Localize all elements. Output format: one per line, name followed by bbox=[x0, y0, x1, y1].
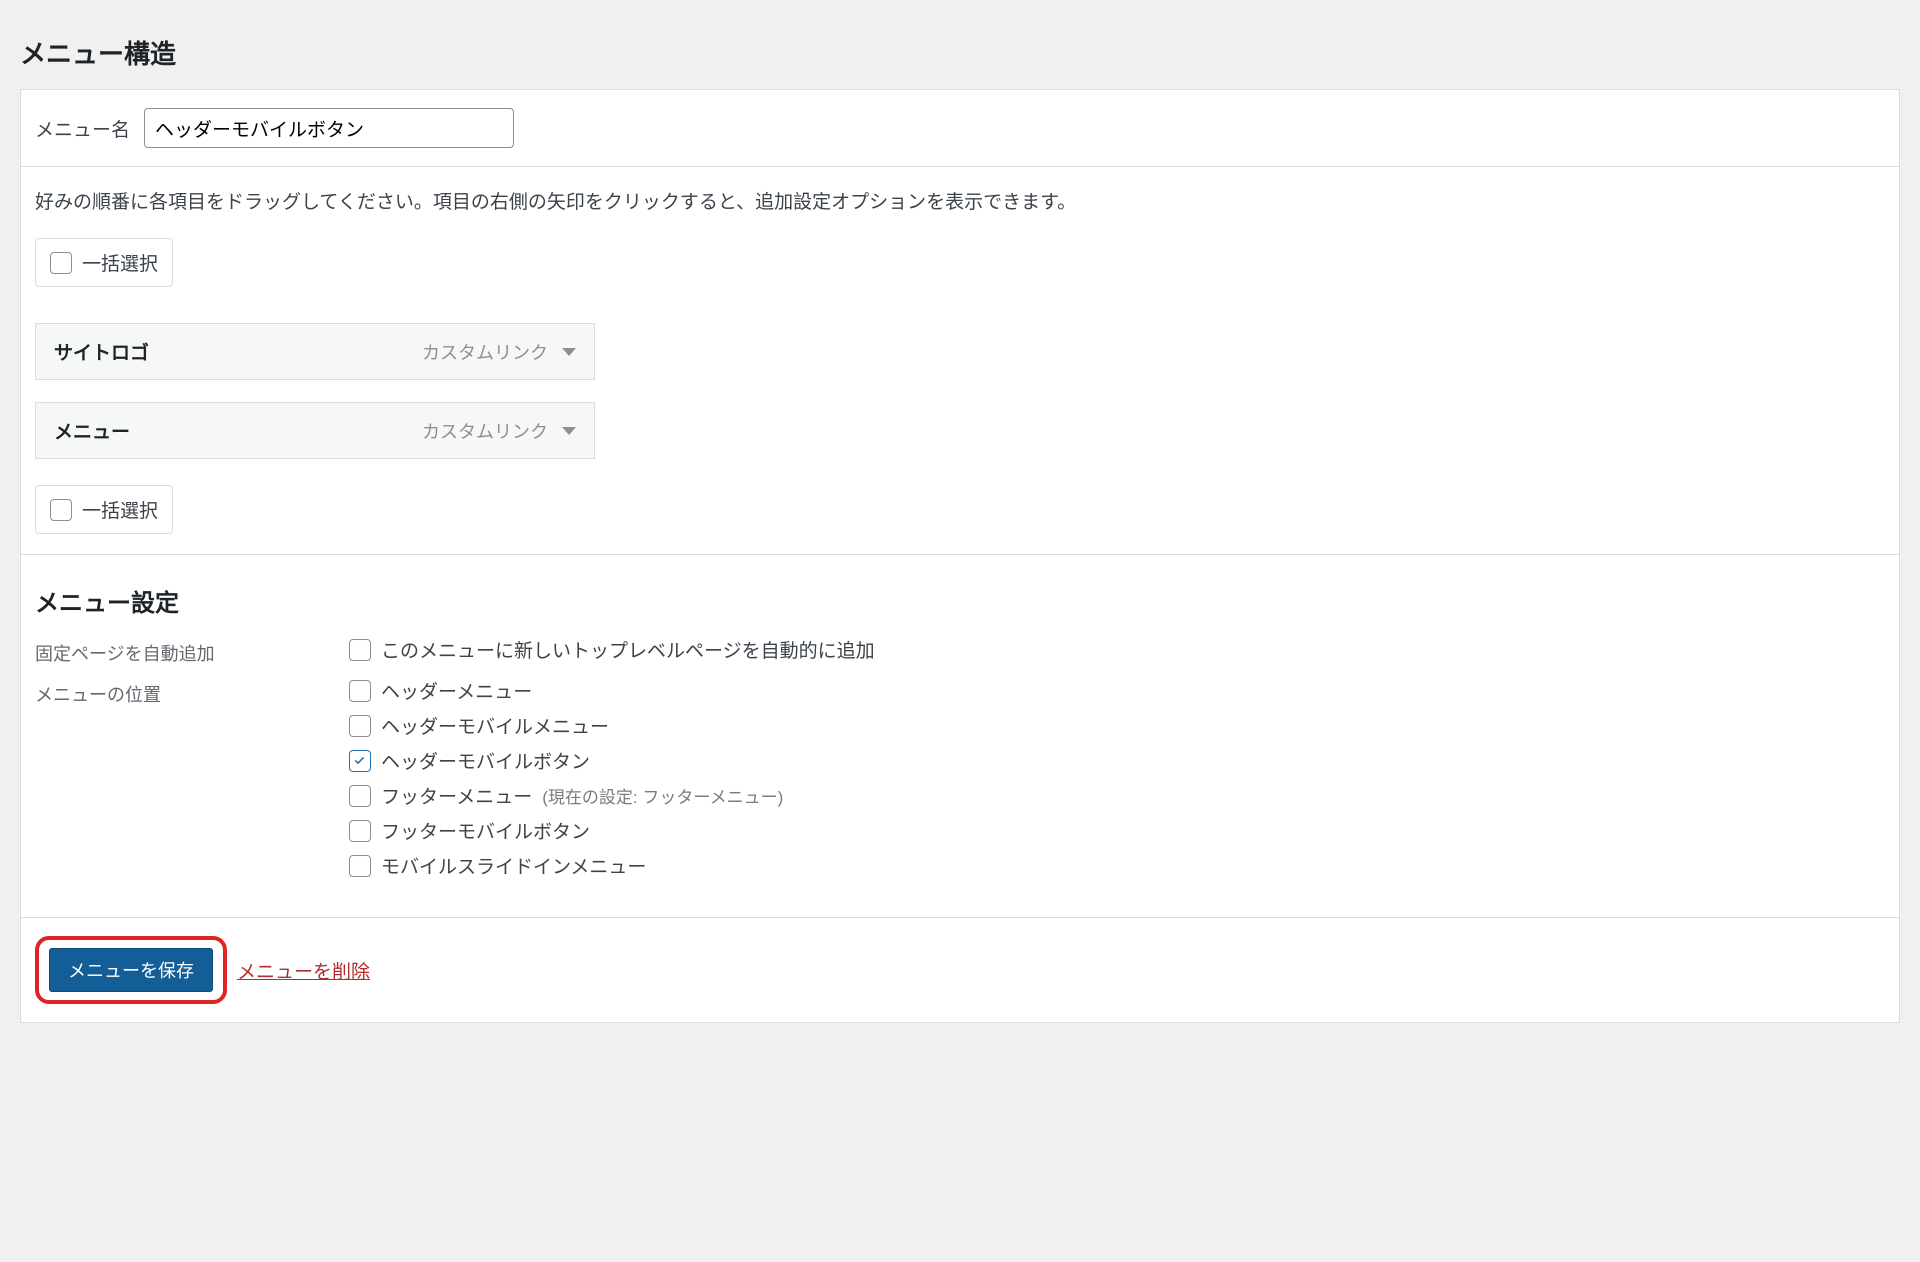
location-label: モバイルスライドインメニュー bbox=[381, 852, 646, 879]
menu-panel: メニュー名 好みの順番に各項目をドラッグしてください。項目の右側の矢印をクリック… bbox=[20, 89, 1900, 1023]
location-checkbox[interactable] bbox=[349, 750, 371, 772]
bulk-select-checkbox-bottom[interactable] bbox=[50, 499, 72, 521]
location-sublabel: (現在の設定: フッターメニュー) bbox=[542, 783, 783, 808]
structure-heading: メニュー構造 bbox=[20, 20, 1900, 89]
bulk-select-top[interactable]: 一括選択 bbox=[35, 238, 173, 287]
instructions-text: 好みの順番に各項目をドラッグしてください。項目の右側の矢印をクリックすると、追加… bbox=[35, 187, 1885, 214]
bulk-select-checkbox-top[interactable] bbox=[50, 252, 72, 274]
bulk-select-label: 一括選択 bbox=[82, 496, 158, 523]
menu-item-type: カスタムリンク bbox=[422, 418, 548, 444]
auto-add-option[interactable]: このメニューに新しいトップレベルページを自動的に追加 bbox=[349, 636, 1885, 663]
menu-structure-section: メニュー構造 メニュー名 好みの順番に各項目をドラッグしてください。項目の右側の… bbox=[20, 20, 1900, 1023]
locations-label: メニューの位置 bbox=[35, 677, 349, 707]
menu-item-type: カスタムリンク bbox=[422, 339, 548, 365]
location-label: フッターモバイルボタン bbox=[381, 817, 590, 844]
auto-add-label: 固定ページを自動追加 bbox=[35, 636, 349, 666]
save-menu-button[interactable]: メニューを保存 bbox=[49, 948, 213, 992]
menu-name-row: メニュー名 bbox=[21, 90, 1899, 167]
auto-add-option-label: このメニューに新しいトップレベルページを自動的に追加 bbox=[381, 636, 875, 663]
location-label: ヘッダーモバイルメニュー bbox=[381, 712, 609, 739]
menu-item-title: メニュー bbox=[54, 417, 130, 444]
location-checkbox[interactable] bbox=[349, 820, 371, 842]
location-option-header-mobile-menu[interactable]: ヘッダーモバイルメニュー bbox=[349, 712, 1885, 739]
location-option-footer-menu[interactable]: フッターメニュー (現在の設定: フッターメニュー) bbox=[349, 782, 1885, 809]
menu-item-title: サイトロゴ bbox=[54, 338, 149, 365]
locations-options: ヘッダーメニュー ヘッダーモバイルメニュー ヘッダーモバイルボタン フッターメニ… bbox=[349, 677, 1885, 887]
bulk-select-label: 一括選択 bbox=[82, 249, 158, 276]
location-option-header-menu[interactable]: ヘッダーメニュー bbox=[349, 677, 1885, 704]
location-label: フッターメニュー bbox=[381, 782, 532, 809]
location-checkbox[interactable] bbox=[349, 715, 371, 737]
location-label: ヘッダーモバイルボタン bbox=[381, 747, 590, 774]
location-option-mobile-slide-in-menu[interactable]: モバイルスライドインメニュー bbox=[349, 852, 1885, 879]
menu-items-list: サイトロゴ カスタムリンク メニュー カスタムリンク bbox=[35, 323, 595, 459]
location-option-header-mobile-button[interactable]: ヘッダーモバイルボタン bbox=[349, 747, 1885, 774]
menu-name-label: メニュー名 bbox=[35, 115, 130, 142]
menu-item[interactable]: サイトロゴ カスタムリンク bbox=[35, 323, 595, 380]
delete-menu-link[interactable]: メニューを削除 bbox=[237, 957, 370, 984]
location-label: ヘッダーメニュー bbox=[381, 677, 532, 704]
bulk-select-bottom[interactable]: 一括選択 bbox=[35, 485, 173, 534]
auto-add-checkbox[interactable] bbox=[349, 639, 371, 661]
location-checkbox[interactable] bbox=[349, 785, 371, 807]
menu-settings-section: メニュー設定 固定ページを自動追加 このメニューに新しいトップレベルページを自動… bbox=[21, 554, 1899, 917]
location-checkbox[interactable] bbox=[349, 855, 371, 877]
chevron-down-icon[interactable] bbox=[562, 427, 576, 435]
menu-item[interactable]: メニュー カスタムリンク bbox=[35, 402, 595, 459]
panel-footer: メニューを保存 メニューを削除 bbox=[21, 917, 1899, 1022]
chevron-down-icon[interactable] bbox=[562, 348, 576, 356]
save-button-highlight: メニューを保存 bbox=[35, 936, 227, 1004]
location-option-footer-mobile-button[interactable]: フッターモバイルボタン bbox=[349, 817, 1885, 844]
menu-name-input[interactable] bbox=[144, 108, 514, 148]
location-checkbox[interactable] bbox=[349, 680, 371, 702]
settings-heading: メニュー設定 bbox=[35, 583, 1885, 618]
